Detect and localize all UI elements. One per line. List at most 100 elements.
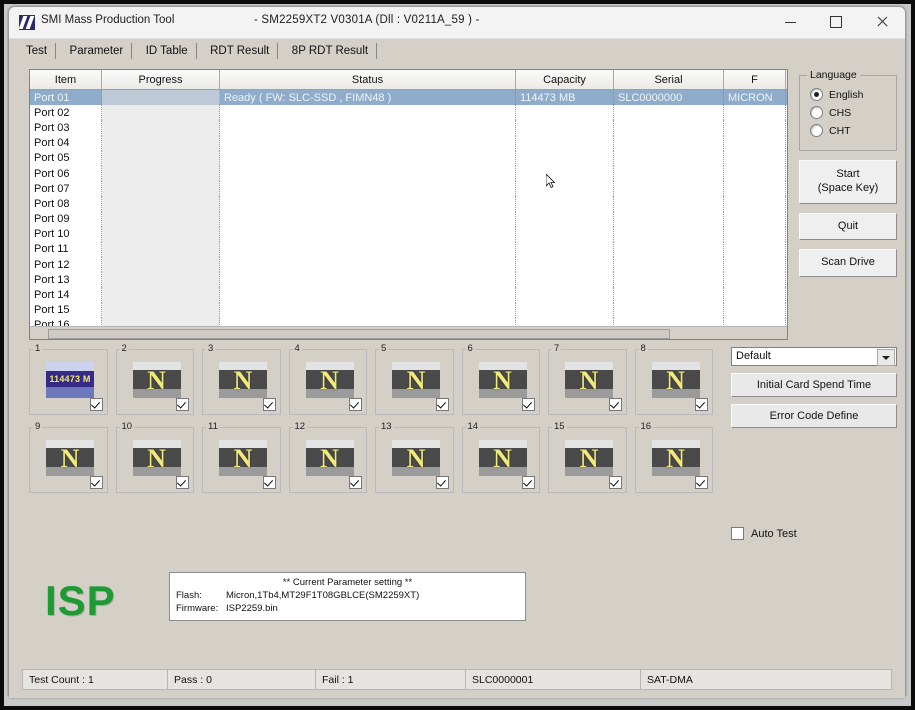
column-header-item[interactable]: Item	[30, 70, 102, 89]
tab-rdt-result[interactable]: RDT Result	[201, 41, 278, 60]
horizontal-scrollbar[interactable]	[30, 326, 787, 339]
card-slot-checkbox[interactable]	[90, 398, 103, 411]
column-header-status[interactable]: Status	[220, 70, 516, 89]
card-slot[interactable]: 15N	[548, 427, 627, 493]
card-slot-checkbox[interactable]	[609, 398, 622, 411]
table-row[interactable]: Port 03	[30, 120, 787, 135]
card-slot[interactable]: 11N	[202, 427, 281, 493]
table-row[interactable]: Port 01Ready ( FW: SLC-SSD , FIMN48 )114…	[30, 90, 787, 105]
card-slot[interactable]: 16N	[635, 427, 714, 493]
minimize-button[interactable]	[767, 7, 813, 37]
table-row[interactable]: Port 12	[30, 257, 787, 272]
table-row[interactable]: Port 09	[30, 212, 787, 227]
table-cell-f	[724, 287, 786, 302]
table-cell-serial	[614, 105, 724, 120]
card-slot[interactable]: 12N	[289, 427, 368, 493]
card-status-letter: N	[565, 442, 613, 476]
radio-language-chs[interactable]: CHS	[810, 106, 890, 119]
card-slot-number: 9	[33, 421, 42, 432]
card-slot-checkbox[interactable]	[349, 398, 362, 411]
table-row[interactable]: Port 14	[30, 287, 787, 302]
table-cell-item: Port 03	[30, 120, 102, 135]
table-row[interactable]: Port 08	[30, 196, 787, 211]
tab-parameter[interactable]: Parameter	[61, 41, 133, 60]
card-slot-checkbox[interactable]	[695, 476, 708, 489]
card-slot-checkbox[interactable]	[263, 476, 276, 489]
close-button[interactable]	[859, 7, 905, 37]
chevron-down-icon[interactable]	[877, 349, 895, 366]
table-row[interactable]: Port 13	[30, 272, 787, 287]
table-cell-capacity	[516, 227, 614, 242]
card-slot[interactable]: 10N	[116, 427, 195, 493]
initial-card-spend-time-button[interactable]: Initial Card Spend Time	[731, 373, 897, 397]
card-status-letter: N	[133, 364, 181, 398]
card-slot[interactable]: 4N	[289, 349, 368, 415]
table-cell-f	[724, 181, 786, 196]
card-slot[interactable]: 2N	[116, 349, 195, 415]
table-row[interactable]: Port 05	[30, 151, 787, 166]
card-slot-checkbox[interactable]	[695, 398, 708, 411]
card-slot[interactable]: 1114473 M	[29, 349, 108, 415]
card-slot-checkbox[interactable]	[263, 398, 276, 411]
start-button[interactable]: Start (Space Key)	[799, 160, 897, 204]
preset-dropdown[interactable]: Default	[731, 347, 897, 366]
radio-language-cht[interactable]: CHT	[810, 124, 890, 137]
table-cell-f	[724, 212, 786, 227]
radio-language-english-label: English	[829, 89, 863, 101]
tab-8p-rdt-result[interactable]: 8P RDT Result	[283, 41, 377, 60]
table-row[interactable]: Port 02	[30, 105, 787, 120]
card-slot-checkbox[interactable]	[436, 398, 449, 411]
card-slot[interactable]: 14N	[462, 427, 541, 493]
table-row[interactable]: Port 04	[30, 136, 787, 151]
parameter-box-title: ** Current Parameter setting **	[170, 577, 525, 588]
maximize-button[interactable]	[813, 7, 859, 37]
column-header-capacity[interactable]: Capacity	[516, 70, 614, 89]
table-row[interactable]: Port 15	[30, 303, 787, 318]
card-thumbnail-icon: N	[46, 440, 94, 476]
table-row[interactable]: Port 10	[30, 227, 787, 242]
table-cell-item: Port 01	[30, 90, 102, 105]
tab-id-table[interactable]: ID Table	[137, 41, 197, 60]
card-status-letter: N	[133, 442, 181, 476]
card-slot-checkbox[interactable]	[522, 398, 535, 411]
auto-test-checkbox[interactable]: Auto Test	[731, 527, 797, 540]
table-cell-serial	[614, 136, 724, 151]
port-table[interactable]: Item Progress Status Capacity Serial F P…	[29, 69, 788, 340]
table-row[interactable]: Port 07	[30, 181, 787, 196]
tab-test[interactable]: Test	[17, 41, 56, 60]
table-cell-item: Port 12	[30, 257, 102, 272]
smi-logo-icon	[19, 15, 35, 30]
table-cell-item: Port 07	[30, 181, 102, 196]
card-slot[interactable]: 3N	[202, 349, 281, 415]
card-slot[interactable]: 7N	[548, 349, 627, 415]
status-mode: SAT-DMA	[641, 670, 891, 689]
card-slot-checkbox[interactable]	[522, 476, 535, 489]
table-row[interactable]: Port 11	[30, 242, 787, 257]
error-code-define-button[interactable]: Error Code Define	[731, 404, 897, 428]
table-row[interactable]: Port 06	[30, 166, 787, 181]
card-slot[interactable]: 8N	[635, 349, 714, 415]
column-header-flash[interactable]: F	[724, 70, 786, 89]
card-slot-checkbox[interactable]	[609, 476, 622, 489]
table-cell-item: Port 11	[30, 242, 102, 257]
card-slot-checkbox[interactable]	[436, 476, 449, 489]
scan-drive-button[interactable]: Scan Drive	[799, 249, 897, 277]
card-slot[interactable]: 13N	[375, 427, 454, 493]
card-slot-checkbox[interactable]	[176, 476, 189, 489]
column-header-progress[interactable]: Progress	[102, 70, 220, 89]
quit-button[interactable]: Quit	[799, 213, 897, 241]
card-slot-checkbox[interactable]	[176, 398, 189, 411]
table-cell-serial	[614, 303, 724, 318]
card-slot[interactable]: 6N	[462, 349, 541, 415]
column-header-serial[interactable]: Serial	[614, 70, 724, 89]
card-slot[interactable]: 5N	[375, 349, 454, 415]
card-slot-checkbox[interactable]	[349, 476, 362, 489]
radio-language-english[interactable]: English	[810, 88, 890, 101]
start-button-label-line1: Start	[802, 168, 894, 182]
table-cell-progress	[102, 303, 220, 318]
card-slot-checkbox[interactable]	[90, 476, 103, 489]
card-slot[interactable]: 9N	[29, 427, 108, 493]
table-cell-serial	[614, 272, 724, 287]
scrollbar-thumb[interactable]	[48, 329, 670, 339]
card-status-letter: N	[392, 364, 440, 398]
